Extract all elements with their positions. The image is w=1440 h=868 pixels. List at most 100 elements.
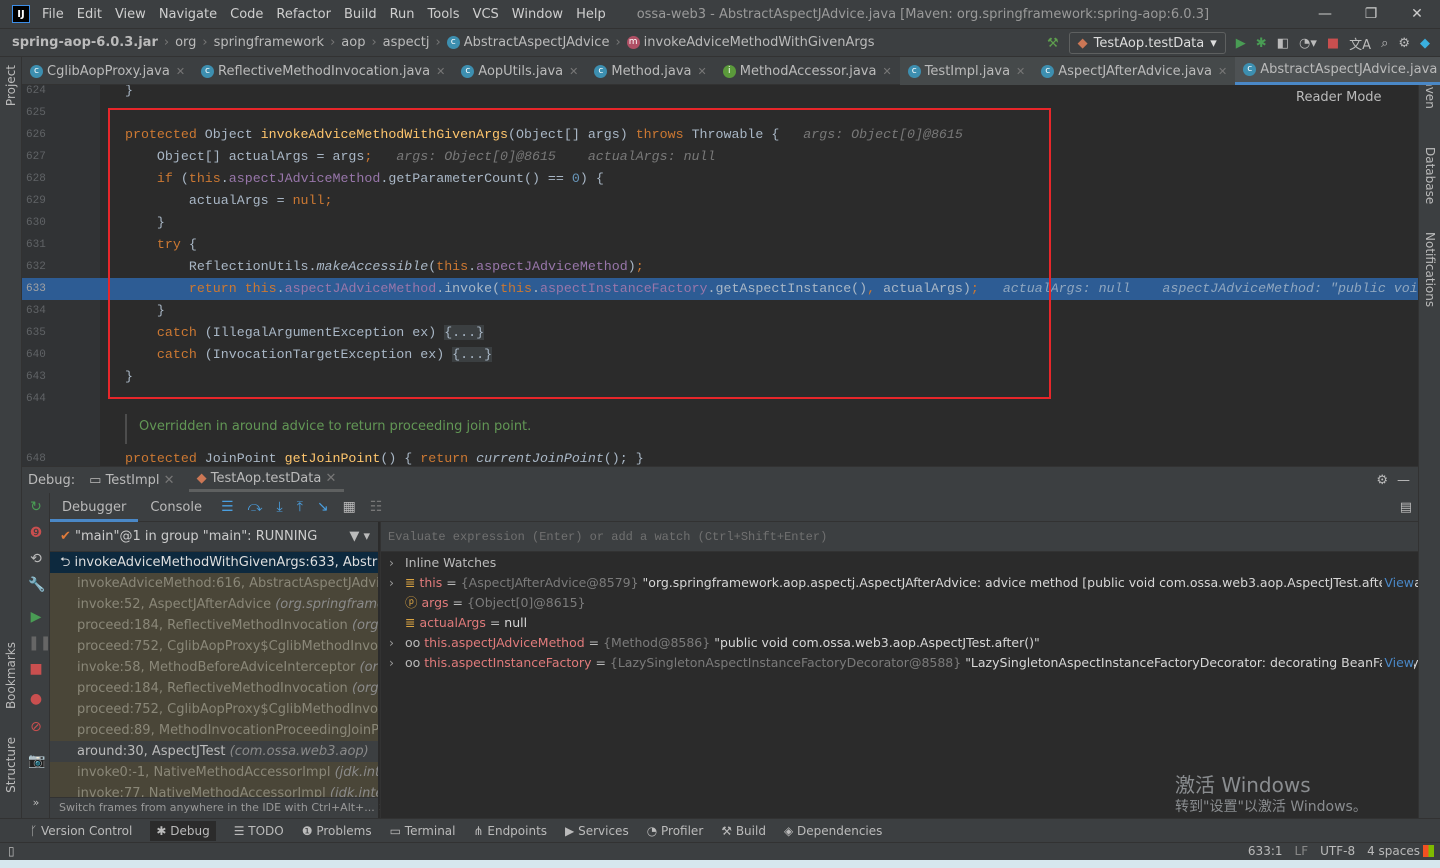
close-icon[interactable]: ✕	[698, 65, 707, 78]
close-icon[interactable]: ✕	[164, 473, 175, 488]
bookmarks-tool-button[interactable]: Bookmarks	[4, 642, 18, 709]
stop-icon[interactable]: ■	[28, 661, 44, 677]
thread-selector[interactable]: ✔ "main"@1 in group "main": RUNNING ▼ ▾	[50, 522, 378, 552]
close-icon[interactable]: ✕	[325, 471, 336, 486]
menu-tools[interactable]: Tools	[428, 7, 460, 22]
menu-help[interactable]: Help	[576, 7, 606, 22]
tab-debugger[interactable]: Debugger	[50, 493, 139, 522]
run-icon[interactable]: ▶	[1236, 36, 1246, 51]
stack-frame[interactable]: proceed:752, CglibAopProxy$CglibMethodIn…	[50, 636, 378, 657]
more-icon[interactable]: »	[28, 796, 44, 809]
variable-row[interactable]: › ≣ this = {AspectJAfterAdvice@8579} "org…	[381, 573, 1418, 593]
minimize-button[interactable]: —	[1302, 0, 1348, 28]
stack-frame[interactable]: invoke:58, MethodBeforeAdviceInterceptor…	[50, 657, 378, 678]
step-out-icon[interactable]: ⤒	[297, 499, 303, 515]
editor-tab[interactable]: c AspectJAfterAdvice.java ✕	[1033, 57, 1236, 85]
close-icon[interactable]: ✕	[436, 65, 445, 78]
toolwindow-profiler[interactable]: ◔ Profiler	[647, 824, 704, 838]
database-tool-button[interactable]: Database	[1423, 147, 1437, 204]
restore-layout-icon[interactable]: ⟲	[28, 551, 44, 567]
variable-row[interactable]: › oo this.aspectJAdviceMethod = {Method@8…	[381, 633, 1418, 653]
stack-frame[interactable]: proceed:184, ReflectiveMethodInvocation …	[50, 615, 378, 636]
expand-arrow-icon[interactable]: ›	[389, 573, 405, 593]
toolwindow-todo[interactable]: ☰ TODO	[234, 824, 284, 838]
variable-row[interactable]: › Inline Watches	[381, 553, 1418, 573]
caret-position[interactable]: 633:1	[1248, 843, 1283, 859]
line-number[interactable]: 625	[26, 102, 48, 124]
breadcrumb-item[interactable]: invokeAdviceMethodWithGivenArgs	[644, 35, 875, 50]
stack-frame[interactable]: proceed:89, MethodInvocationProceedingJo…	[50, 720, 378, 741]
line-number[interactable]: 632	[26, 256, 48, 278]
close-icon[interactable]: ✕	[882, 65, 891, 78]
session-tab-testaop[interactable]: ◆ TestAop.testData ✕	[188, 468, 345, 492]
variable-row[interactable]: ⓟ args = {Object[0]@8615}	[381, 593, 1418, 613]
expand-arrow-icon[interactable]: ›	[389, 653, 405, 673]
editor-tab[interactable]: i MethodAccessor.java ✕	[715, 57, 900, 85]
notifications-tool-button[interactable]: Notifications	[1423, 232, 1437, 307]
filter-icon[interactable]: ▼ ▾	[349, 522, 370, 552]
close-icon[interactable]: ✕	[176, 65, 185, 78]
project-tool-button[interactable]: Project	[4, 65, 18, 106]
editor-tab[interactable]: c ReflectiveMethodInvocation.java ✕	[193, 57, 453, 85]
close-button[interactable]: ✕	[1394, 0, 1440, 28]
toolwindow-version-control[interactable]: ᚴ Version Control	[30, 824, 132, 838]
stack-frame[interactable]: ⮌ invokeAdviceMethodWithGivenArgs:633, A…	[50, 552, 378, 573]
layout-toggle-icon[interactable]: ▯	[8, 843, 15, 859]
search-icon[interactable]: ⌕	[1381, 36, 1388, 51]
toolwindow-services[interactable]: ▶ Services	[565, 824, 629, 838]
menu-window[interactable]: Window	[512, 7, 563, 22]
view-link[interactable]: View	[1382, 573, 1414, 593]
evaluate-expression-input[interactable]: Evaluate expression (Enter) or add a wat…	[381, 522, 1418, 552]
editor-tab[interactable]: c TestImpl.java ✕	[899, 57, 1034, 85]
toolwindow-terminal[interactable]: ▭ Terminal	[390, 824, 456, 838]
view-breakpoints-icon[interactable]: ●	[28, 691, 44, 707]
editor-tab[interactable]: c Method.java ✕	[586, 57, 714, 85]
view-link[interactable]: View	[1382, 653, 1414, 673]
stack-frame[interactable]: invoke:52, AspectJAfterAdvice (org.sprin…	[50, 594, 378, 615]
mute-breakpoints-icon[interactable]: ⊘	[28, 719, 44, 735]
editor-tab[interactable]: c CglibAopProxy.java ✕	[22, 57, 193, 85]
line-number[interactable]: 640	[26, 344, 48, 366]
breadcrumb-item[interactable]: org	[175, 35, 196, 50]
line-separator[interactable]: LF	[1295, 843, 1309, 859]
expand-arrow-icon[interactable]: ›	[389, 553, 405, 573]
menu-run[interactable]: Run	[390, 7, 415, 22]
close-icon[interactable]: ✕	[569, 65, 578, 78]
editor-tab[interactable]: c AopUtils.java ✕	[453, 57, 586, 85]
toolwindow-build[interactable]: ⚒ Build	[721, 824, 766, 838]
stack-frame[interactable]: proceed:752, CglibAopProxy$CglibMethodIn…	[50, 699, 378, 720]
editor-tab[interactable]: cAbstractAspectJAdvice.java✕	[1235, 57, 1440, 85]
breadcrumb-item[interactable]: springframework	[214, 35, 324, 50]
variable-row[interactable]: ≣ actualArgs = null	[381, 613, 1418, 633]
menu-edit[interactable]: Edit	[77, 7, 102, 22]
pause-icon[interactable]: ❚❚	[28, 635, 51, 651]
rerun-icon[interactable]: ↻	[28, 499, 44, 515]
coverage-icon[interactable]: ◧	[1277, 36, 1289, 51]
rerun-failed-icon[interactable]: ❾	[28, 525, 44, 541]
stack-frame[interactable]: invokeAdviceMethod:616, AbstractAspectJA…	[50, 573, 378, 594]
expand-arrow-icon[interactable]: ›	[389, 633, 405, 653]
profiler-icon[interactable]: ◔▾	[1299, 36, 1317, 51]
line-number[interactable]: 644	[26, 388, 48, 410]
close-icon[interactable]: ✕	[1016, 65, 1025, 78]
stack-frame[interactable]: proceed:184, ReflectiveMethodInvocation …	[50, 678, 378, 699]
minimize-icon[interactable]: —	[1397, 473, 1410, 488]
menu-refactor[interactable]: Refactor	[276, 7, 331, 22]
wrench-icon[interactable]: 🔧	[28, 577, 45, 593]
toolwindow-dependencies[interactable]: ◈ Dependencies	[784, 824, 882, 838]
toolwindow-endpoints[interactable]: ⋔ Endpoints	[474, 824, 548, 838]
breadcrumb-item[interactable]: aspectj	[383, 35, 430, 50]
breadcrumb-item[interactable]: AbstractAspectJAdvice	[464, 35, 610, 50]
menu-view[interactable]: View	[115, 7, 146, 22]
close-icon[interactable]: ✕	[1218, 65, 1227, 78]
show-execution-point-icon[interactable]: ☰	[221, 499, 234, 515]
session-tab-testimpl[interactable]: ▭ TestImpl ✕	[89, 473, 174, 488]
evaluate-expression-icon[interactable]: ▦	[343, 499, 356, 515]
trace-icon[interactable]: ☷	[370, 499, 383, 515]
menu-navigate[interactable]: Navigate	[159, 7, 217, 22]
gear-icon[interactable]: ⚙	[1376, 473, 1388, 488]
line-number[interactable]: 635	[26, 322, 48, 344]
stack-frame[interactable]: invoke0:-1, NativeMethodAccessorImpl (jd…	[50, 762, 378, 783]
line-number[interactable]: 631	[26, 234, 48, 256]
toolwindow-problems[interactable]: ❶ Problems	[302, 824, 372, 838]
